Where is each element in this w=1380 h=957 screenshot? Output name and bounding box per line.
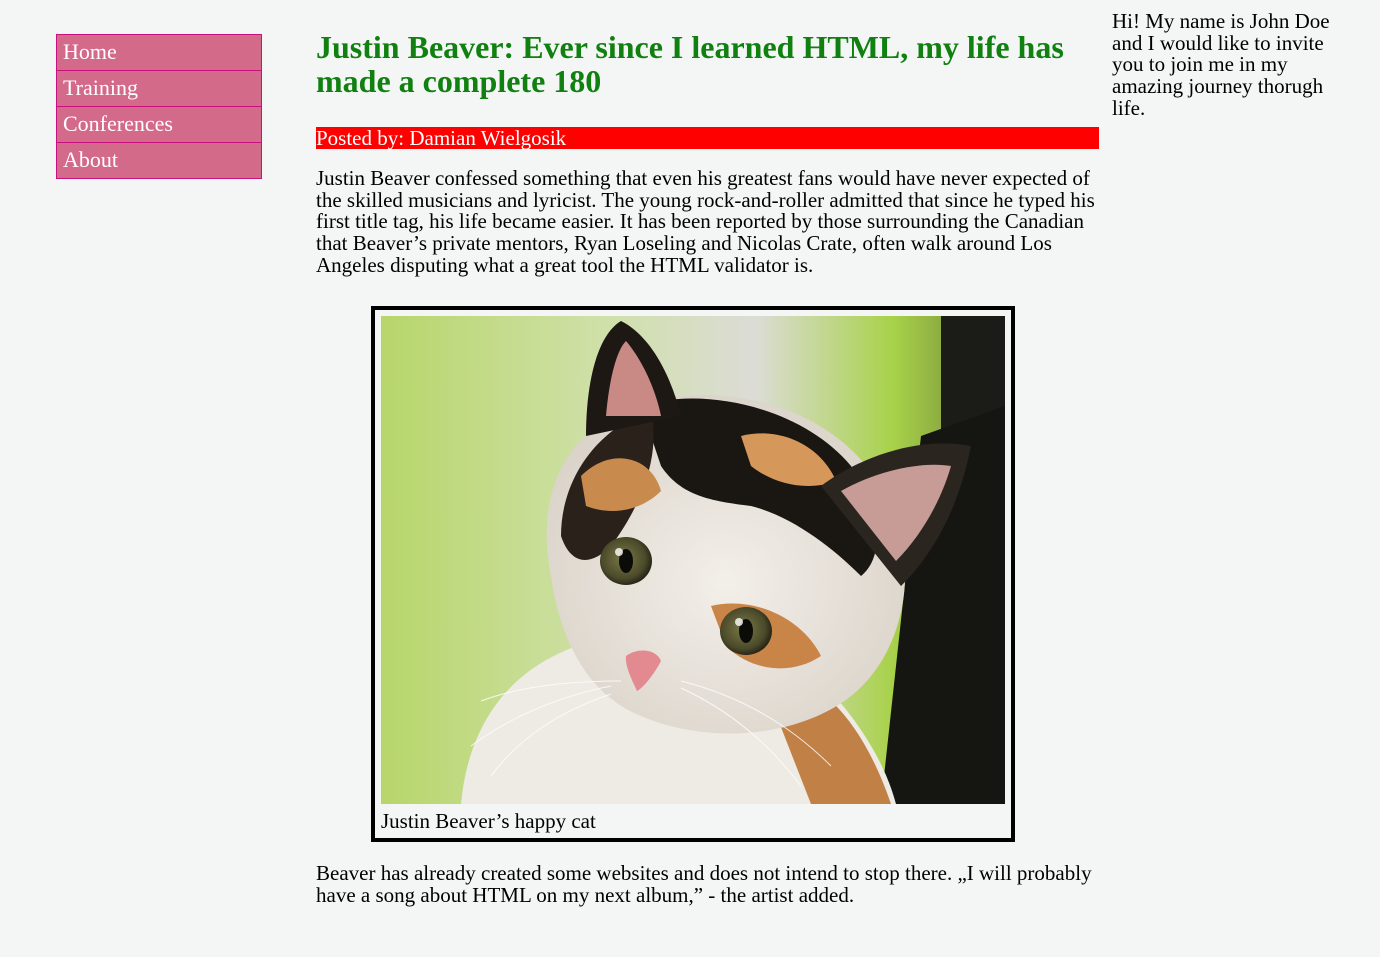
figure-caption: Justin Beaver’s happy cat xyxy=(381,809,596,833)
article-title: Justin Beaver: Ever since I learned HTML… xyxy=(316,29,1064,99)
posted-by-bar: Posted by: Damian Wielgosik xyxy=(316,127,1099,149)
article-paragraph-2: Beaver has already created some websites… xyxy=(316,861,1092,907)
nav-item-conferences[interactable]: Conferences xyxy=(56,107,262,143)
main-nav: Home Training Conferences About xyxy=(56,34,262,179)
page: Home Training Conferences About Justin B… xyxy=(0,0,1380,957)
nav-item-training[interactable]: Training xyxy=(56,71,262,107)
nav-item-home[interactable]: Home xyxy=(56,34,262,71)
cat-photo xyxy=(381,316,1005,804)
article: Justin Beaver: Ever since I learned HTML… xyxy=(316,29,1099,906)
image-figure: Justin Beaver’s happy cat xyxy=(371,306,1015,842)
nav-item-about[interactable]: About xyxy=(56,143,262,179)
sidebar-intro-text: Hi! My name is John Doe and I would like… xyxy=(1112,9,1330,120)
article-paragraph-1: Justin Beaver confessed something that e… xyxy=(316,166,1095,277)
